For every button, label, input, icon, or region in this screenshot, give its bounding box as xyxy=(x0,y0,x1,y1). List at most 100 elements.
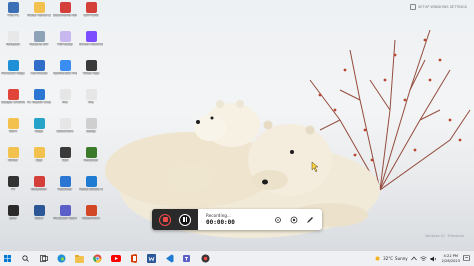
weather-temp: 32°C xyxy=(383,256,394,261)
search-button[interactable] xyxy=(18,252,33,266)
desktop-icon-label: Visual Studio Code xyxy=(79,188,103,191)
desktop-icon-label: Recycle Bin xyxy=(29,43,49,46)
desktop-icon-ppt[interactable]: PowerPoint xyxy=(80,205,102,233)
file-b-icon xyxy=(59,89,71,100)
notifications-icon[interactable] xyxy=(463,255,470,262)
desktop-icon-screen-rec[interactable]: Screen Recorder xyxy=(79,31,103,59)
edge-icon xyxy=(57,254,66,263)
desktop-icon-label: java xyxy=(9,217,17,220)
windows-sku: Enterprise xyxy=(447,234,464,238)
desktop-icon-this-pc[interactable]: This PC xyxy=(2,2,24,30)
desktop-icon-label: PC Health Check xyxy=(27,101,51,104)
wifi-icon[interactable] xyxy=(419,255,427,262)
file-3-icon xyxy=(85,2,97,13)
desktop-icon-label: Edge xyxy=(34,130,44,133)
taskbar-office[interactable] xyxy=(126,252,141,266)
desktop-icon-folder-a[interactable]: Apowersoft Free Screen xyxy=(53,60,77,88)
chrome-icon xyxy=(7,89,19,100)
tv-icon xyxy=(7,176,19,187)
desktop-icon-code[interactable]: Visual Studio Code xyxy=(79,176,103,204)
volume-icon[interactable] xyxy=(430,256,437,262)
task-view-button[interactable] xyxy=(36,252,51,266)
webcam-icon[interactable] xyxy=(290,216,298,224)
desktop-icon-label: Folder xyxy=(8,159,18,162)
desktop-icon-tv[interactable]: TV xyxy=(2,176,24,204)
ext-icon xyxy=(33,176,45,187)
desktop-icon-file-e[interactable]: Setup xyxy=(80,118,102,146)
taskbar-chrome[interactable] xyxy=(90,252,105,266)
desktop-icon-word[interactable]: Word xyxy=(28,205,50,233)
desktop-icon-recycle[interactable]: Recycle Bin xyxy=(28,31,50,59)
desktop-icon-edge[interactable]: Microsoft Edge xyxy=(1,60,25,88)
notepad-icon xyxy=(7,31,19,42)
taskbar-clock[interactable]: 4:22 PM 2/28/2023 xyxy=(442,254,460,263)
edge-icon xyxy=(7,60,19,71)
windows-edition: Windows 10 xyxy=(425,234,445,238)
taskbar-vscode[interactable] xyxy=(162,252,177,266)
pc-health-icon xyxy=(33,89,45,100)
desktop-icon-chrome[interactable]: Google Chrome xyxy=(1,89,25,117)
desktop-icon-folder-b[interactable]: Work xyxy=(2,118,24,146)
desktop-icon-edge-2[interactable]: Edge xyxy=(28,118,50,146)
desktop-icon-label: Tool xyxy=(61,159,69,162)
desktop-icon-folder-c[interactable]: Folder xyxy=(2,147,24,175)
taskbar-recorder[interactable] xyxy=(198,252,213,266)
settings-icon[interactable] xyxy=(274,216,282,224)
pen-annotate-icon[interactable] xyxy=(306,216,314,224)
screen-rec-icon xyxy=(85,31,97,42)
desktop-icon-notepad[interactable]: Notepad xyxy=(2,31,24,59)
desktop-icon-cert[interactable]: Certificate xyxy=(28,60,50,88)
desktop-icon-label: CAPTURE xyxy=(83,14,99,17)
folder-icon xyxy=(75,254,84,263)
desktop-icon-app-x[interactable]: App xyxy=(28,147,50,175)
taskbar-teams[interactable] xyxy=(180,252,195,266)
fix-local-icon xyxy=(33,2,45,13)
cert-icon xyxy=(33,60,45,71)
file-c-icon xyxy=(85,89,97,100)
desktop-icon-label: Setup xyxy=(86,130,96,133)
clock-date: 2/28/2023 xyxy=(441,258,460,263)
desktop-icon-label: Screen Recorder xyxy=(79,43,103,46)
desktop-icon-video-app[interactable]: Video App xyxy=(80,60,102,88)
desktop-icon-file-3[interactable]: CAPTURE xyxy=(80,2,102,30)
desktop-icon-recorder[interactable]: Recorder xyxy=(54,176,76,204)
desktop-icon-label: Certificate xyxy=(30,72,48,75)
desktop-icon-app-y[interactable]: Tool xyxy=(54,147,76,175)
vscode-icon xyxy=(166,254,174,263)
desktop-icon-file-2[interactable]: Documents RECORD xyxy=(53,2,77,30)
desktop-icon-ext[interactable]: Extension xyxy=(28,176,50,204)
taskbar-file-explorer[interactable] xyxy=(72,252,87,266)
start-button[interactable] xyxy=(0,252,15,266)
weather-widget[interactable]: 32°C Sunny xyxy=(374,255,408,262)
desktop-icon-pc-health[interactable]: PC Health Check xyxy=(27,89,51,117)
desktop-icon-java[interactable]: java xyxy=(2,205,24,233)
desktop-icon-file-b[interactable]: File xyxy=(54,89,76,117)
stop-recording-button[interactable] xyxy=(159,213,171,226)
windows-version-watermark: Windows 10 Enterprise xyxy=(425,234,464,238)
app-x-icon xyxy=(33,147,45,158)
desktop-icon-fix-local[interactable]: Folder name Computer xyxy=(27,2,51,30)
screen-recorder-toolbar: Recording... 00:00:00 xyxy=(152,209,322,230)
taskbar-word[interactable] xyxy=(144,252,159,266)
folder-c-icon xyxy=(7,147,19,158)
taskbar-youtube[interactable] xyxy=(108,252,123,266)
desktop-icon-label: Microsoft Edge xyxy=(1,72,25,75)
taskbar-edge[interactable] xyxy=(54,252,69,266)
app-y-icon xyxy=(59,147,71,158)
pause-recording-button[interactable] xyxy=(179,213,191,226)
desktop-icon-pdf-app[interactable]: PDFsetup xyxy=(54,31,76,59)
desktop-icon-label: Google Chrome xyxy=(1,101,25,104)
chevron-up-icon[interactable] xyxy=(410,256,417,261)
desktop-icon-file-c[interactable]: File xyxy=(80,89,102,117)
desktop-icon-label: PowerPoint xyxy=(82,217,100,220)
recording-info: Recording... 00:00:00 xyxy=(206,213,235,226)
desktop-icon-app-z[interactable]: Recorder xyxy=(80,147,102,175)
desktop-icon-label: This PC xyxy=(7,14,19,17)
stop-icon xyxy=(162,217,168,222)
recording-status: Recording... xyxy=(206,213,231,218)
desktop-icon-file-d[interactable]: Document xyxy=(54,118,76,146)
java-icon xyxy=(7,205,19,216)
desktop-icon-teams[interactable]: Microsoft Teams xyxy=(53,205,77,233)
pdf-app-icon xyxy=(59,31,71,42)
recording-timer: 00:00:00 xyxy=(206,219,235,226)
